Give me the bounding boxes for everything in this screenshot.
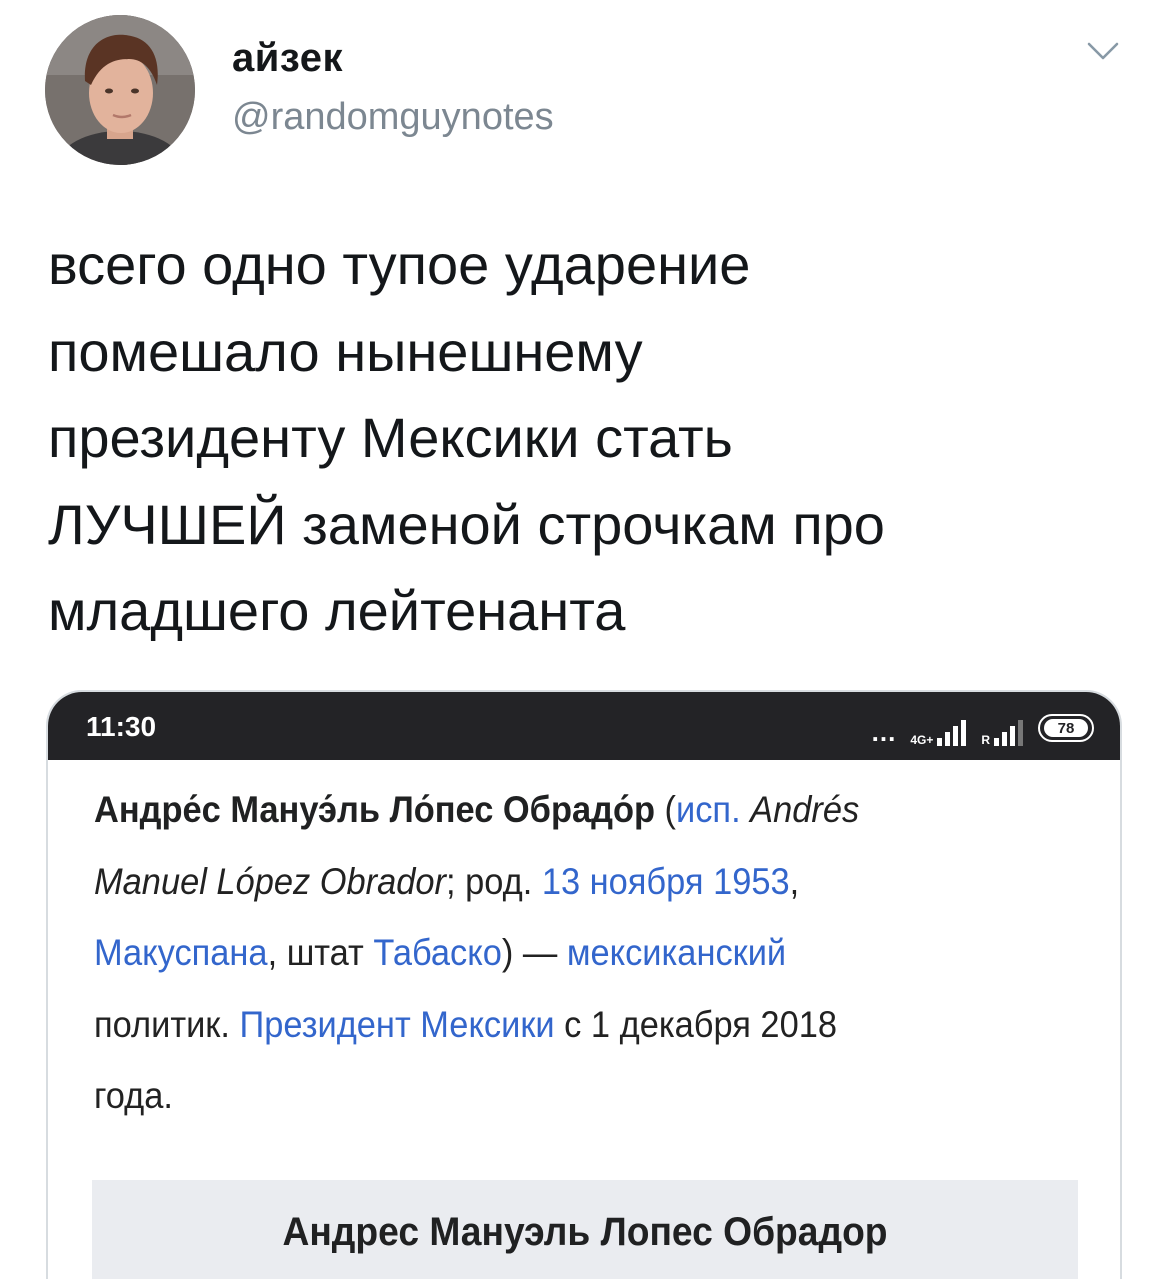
signal-roaming-icon: R xyxy=(981,720,1024,746)
link-spanish[interactable]: исп. xyxy=(676,789,741,830)
article-text: политик. xyxy=(94,1003,240,1045)
tweet-text-line: ЛУЧШЕЙ заменой строчкам про xyxy=(48,492,885,556)
article-text: ) — xyxy=(501,932,567,973)
article-line: Макуспана, штат Табаско) — мексиканский xyxy=(94,917,1015,989)
article-text: , штат xyxy=(267,932,374,973)
notification-dots-icon: ... xyxy=(871,717,897,747)
battery-level: 78 xyxy=(1044,719,1088,737)
link-macuspana[interactable]: Макуспана xyxy=(94,932,268,973)
link-president-of-mexico[interactable]: Президент Мексики xyxy=(239,1004,554,1045)
tweet-text-line: младшего лейтенанта xyxy=(48,579,626,642)
article-italic-text: Andrés xyxy=(740,789,860,830)
roaming-label: R xyxy=(981,733,990,747)
avatar-photo-icon xyxy=(45,15,195,165)
article-line: Андре́с Мануэ́ль Ло́пес Обрадо́р (исп. A… xyxy=(94,774,1015,846)
author-handle[interactable]: @randomguynotes xyxy=(232,96,554,139)
article-text: ; род. xyxy=(445,860,542,902)
article-italic-text: Manuel López Obrador xyxy=(94,860,446,902)
network-type-label: 4G+ xyxy=(910,733,934,747)
article-line: Manuel López Obrador; род. 13 ноября 195… xyxy=(94,846,1015,918)
phone-status-bar: 11:30 ... 4G+ R 78 xyxy=(48,692,1120,760)
article-line: политик. Президент Мексики с 1 декабря 2… xyxy=(94,989,1015,1061)
author-avatar[interactable] xyxy=(45,15,195,165)
tweet: айзек @randomguynotes всего одно тупое у… xyxy=(0,0,1162,1279)
status-icons: ... 4G+ R 78 xyxy=(872,706,1094,746)
attached-screenshot[interactable]: 11:30 ... 4G+ R 78 Андре́с Мануэ́ль Ло́п… xyxy=(46,690,1122,1279)
status-time: 11:30 xyxy=(86,711,157,742)
tweet-text: всего одно тупое ударение помешало нынеш… xyxy=(48,222,1138,655)
link-tabasco[interactable]: Табаско xyxy=(373,932,501,973)
article-text: ( xyxy=(654,789,677,830)
chevron-down-icon[interactable] xyxy=(1085,38,1121,66)
article-text: с 1 декабря 2018 xyxy=(554,1003,837,1045)
article-subject-name: Андре́с Мануэ́ль Ло́пес Обрадо́р xyxy=(94,789,655,830)
article-text: года. xyxy=(94,1075,173,1116)
signal-4g-icon: 4G+ xyxy=(910,720,967,746)
tweet-text-line: всего одно тупое ударение xyxy=(48,233,751,296)
article-text: , xyxy=(789,860,800,902)
link-birth-date[interactable]: 13 ноября 1953 xyxy=(542,861,790,902)
link-mexican[interactable]: мексиканский xyxy=(567,932,786,973)
infobox-title: Андрес Мануэль Лопес Обрадор xyxy=(282,1210,888,1254)
wiki-infobox: Андрес Мануэль Лопес Обрадор xyxy=(92,1180,1078,1279)
article-line: года. xyxy=(94,1060,1015,1132)
author-display-name[interactable]: айзек xyxy=(232,36,343,81)
battery-icon: 78 xyxy=(1038,714,1094,742)
tweet-text-line: помешало нынешнему xyxy=(48,319,643,383)
tweet-text-line: президенту Мексики стать xyxy=(48,406,733,469)
wiki-article-text: Андре́с Мануэ́ль Ло́пес Обрадо́р (исп. A… xyxy=(94,774,1015,1132)
